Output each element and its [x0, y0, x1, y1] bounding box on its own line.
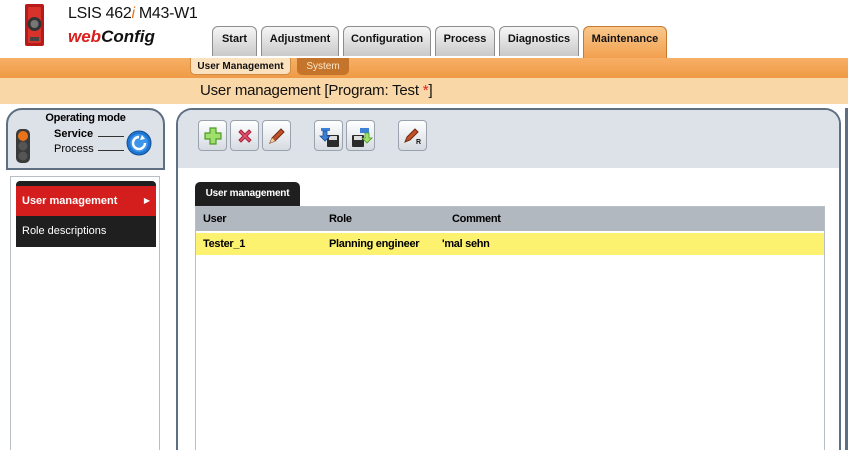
- page-title-bar: User management [Program: Test *]: [0, 78, 848, 104]
- edit-user-icon: [269, 128, 285, 144]
- tab-configuration[interactable]: Configuration: [343, 26, 431, 56]
- nav-item-label: User management: [22, 195, 118, 207]
- sub-tab-bar: User Management System: [0, 58, 848, 78]
- webconfig-brand: webConfig: [68, 27, 155, 46]
- table-header: User Role Comment: [196, 207, 824, 231]
- table-row[interactable]: Tester_1 Planning engineer 'mal sehn: [196, 233, 824, 255]
- column-header-comment[interactable]: Comment: [452, 207, 501, 231]
- subtab-user-management[interactable]: User Management: [190, 58, 291, 75]
- navigation-menu: User management ▶ Role descriptions: [16, 181, 156, 247]
- add-user-icon: [204, 127, 222, 145]
- cell-role: Planning engineer: [329, 238, 420, 250]
- app-header: LSIS 462i M43-W1 webConfig Start Adjustm…: [0, 0, 848, 58]
- device-logo-icon: [25, 4, 44, 46]
- mode-service-label[interactable]: Service: [54, 128, 93, 140]
- tab-user-management[interactable]: User management: [195, 182, 300, 206]
- device-title: LSIS 462i M43-W1: [68, 5, 198, 22]
- mode-process-label[interactable]: Process: [54, 143, 94, 155]
- traffic-light-icon: [16, 129, 30, 163]
- edit-role-icon: R: [404, 128, 421, 146]
- add-user-button[interactable]: [198, 120, 227, 151]
- edit-user-button[interactable]: [262, 120, 291, 151]
- export-icon: [352, 128, 373, 147]
- column-header-user[interactable]: User: [203, 207, 227, 231]
- tab-maintenance[interactable]: Maintenance: [583, 26, 667, 58]
- tab-start[interactable]: Start: [212, 26, 257, 56]
- delete-user-button[interactable]: [230, 120, 259, 151]
- edit-role-button[interactable]: R: [398, 120, 427, 151]
- mode-switch-icon[interactable]: [126, 130, 152, 156]
- cell-user: Tester_1: [203, 238, 246, 250]
- subtab-system[interactable]: System: [297, 58, 349, 75]
- chevron-right-icon: ▶: [143, 196, 150, 205]
- nav-item-role-descriptions[interactable]: Role descriptions: [16, 216, 156, 246]
- nav-item-user-management[interactable]: User management ▶: [16, 186, 156, 216]
- mode-service-line: [98, 136, 124, 137]
- svg-text:R: R: [416, 139, 421, 146]
- import-icon: [319, 128, 339, 147]
- tab-adjustment[interactable]: Adjustment: [261, 26, 339, 56]
- tab-process[interactable]: Process: [435, 26, 495, 56]
- tab-diagnostics[interactable]: Diagnostics: [499, 26, 579, 56]
- operating-mode-panel: Operating mode Service Process: [6, 108, 165, 170]
- nav-item-label: Role descriptions: [22, 225, 107, 237]
- operating-mode-title: Operating mode: [45, 112, 126, 124]
- import-button[interactable]: [314, 120, 343, 151]
- export-button[interactable]: [346, 120, 375, 151]
- column-header-role[interactable]: Role: [329, 207, 352, 231]
- delete-user-icon: [238, 129, 252, 143]
- cell-comment: 'mal sehn: [442, 238, 490, 250]
- mode-process-line: [98, 150, 124, 151]
- page-title: User management [Program: Test *]: [200, 82, 433, 99]
